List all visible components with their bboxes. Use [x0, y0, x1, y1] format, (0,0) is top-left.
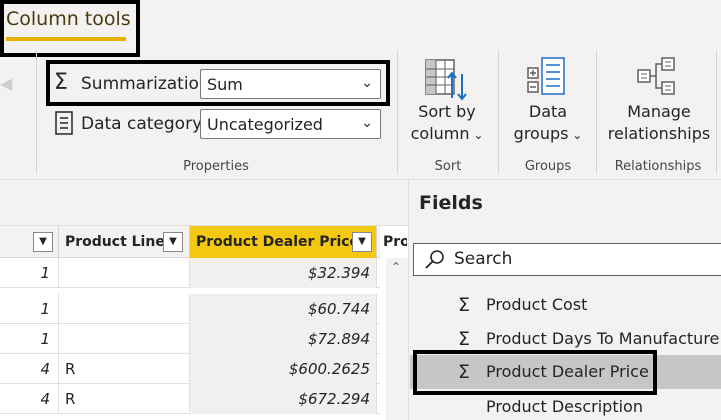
cell-dealer-price[interactable]: $32.394: [190, 258, 377, 288]
ribbon-separator: [716, 50, 717, 174]
manage-relationships-icon: [636, 56, 682, 104]
scroll-up-icon[interactable]: ⌃: [391, 260, 401, 274]
table-row: 1 $32.394: [0, 258, 380, 288]
data-groups-button[interactable]: Data groups ⌄: [508, 101, 588, 146]
cell-count[interactable]: 1: [0, 294, 59, 324]
chevron-down-icon: ⌄: [469, 128, 484, 142]
grid-header: ▼ Product Line ▼ Product Dealer Price ▼ …: [0, 226, 407, 258]
data-groups-label-1: Data: [528, 102, 568, 121]
filter-dropdown-icon[interactable]: ▼: [163, 232, 183, 252]
cell-dealer-price[interactable]: $600.2625: [190, 354, 377, 384]
sigma-icon: Σ: [458, 328, 471, 350]
table-row: 4 R $672.294: [0, 384, 380, 414]
column-header-product-line[interactable]: Product Line ▼: [59, 226, 190, 258]
ribbon-scroll-left-icon[interactable]: ◀: [0, 74, 12, 93]
field-item-label: Product Days To Manufacture: [486, 329, 720, 348]
cell-count[interactable]: 1: [0, 258, 59, 288]
group-label-groups: Groups: [524, 159, 572, 174]
table-row: 4 R $600.2625: [0, 354, 380, 384]
group-label-properties: Properties: [183, 159, 249, 174]
sort-by-column-icon: [422, 58, 470, 106]
ribbon-separator: [498, 50, 499, 174]
field-item-product-cost[interactable]: Σ Product Cost: [410, 288, 721, 322]
table-row: 1 $72.894: [0, 324, 380, 354]
cell-product-line[interactable]: [59, 294, 190, 324]
sort-by-column-button[interactable]: Sort by column ⌄: [405, 101, 489, 146]
sigma-icon: Σ: [458, 294, 471, 316]
summarization-highlight-box: [46, 60, 390, 106]
field-item-label: Product Description: [486, 397, 643, 416]
column-header-next[interactable]: Pro: [377, 226, 407, 258]
field-item-product-description[interactable]: Product Description: [410, 390, 721, 420]
chevron-down-icon: ⌄: [568, 128, 583, 142]
chevron-down-icon: ⌄: [361, 115, 373, 131]
cell-count[interactable]: 1: [0, 324, 59, 354]
grid-vertical-scrollbar[interactable]: ⌃: [386, 258, 408, 420]
data-category-dropdown[interactable]: Uncategorized ⌄: [200, 109, 381, 139]
cell-dealer-price[interactable]: $672.294: [190, 384, 377, 414]
data-category-value: Uncategorized: [207, 115, 323, 134]
group-label-relationships: Relationships: [614, 159, 702, 174]
column-header-next-label: Pro: [383, 234, 407, 250]
manage-relationships-button[interactable]: Manage relationships: [604, 101, 714, 145]
fields-search-input[interactable]: Search: [413, 243, 721, 276]
cell-count[interactable]: 4: [0, 384, 59, 414]
field-item-label: Product Cost: [486, 295, 588, 314]
column-header-product-dealer-price-label: Product Dealer Price: [196, 234, 360, 250]
sort-by-column-label-2: column ⌄: [410, 124, 484, 143]
cell-count[interactable]: 4: [0, 354, 59, 384]
cell-product-line[interactable]: [59, 324, 190, 354]
cell-dealer-price[interactable]: $60.744: [190, 294, 377, 324]
data-groups-icon: [524, 56, 570, 104]
manage-relationships-label-2: relationships: [607, 124, 711, 143]
search-icon: [424, 249, 446, 275]
filter-dropdown-icon[interactable]: ▼: [33, 232, 53, 252]
ribbon-separator: [36, 50, 37, 174]
field-highlight-box: [413, 350, 657, 395]
column-header-product-line-label: Product Line: [65, 234, 165, 250]
column-header-count[interactable]: ▼: [0, 226, 59, 258]
formula-bar[interactable]: [0, 180, 408, 226]
tab-column-tools-label: Column tools: [6, 8, 131, 30]
data-category-icon: [54, 111, 74, 139]
cell-product-line[interactable]: [59, 258, 190, 288]
search-placeholder: Search: [454, 249, 513, 269]
column-header-product-dealer-price[interactable]: Product Dealer Price ▼: [190, 226, 377, 258]
group-label-sort: Sort: [434, 159, 462, 174]
cell-product-line[interactable]: R: [59, 384, 190, 414]
tab-active-indicator: [6, 37, 126, 41]
ribbon-separator: [596, 50, 597, 174]
data-groups-label-2: groups ⌄: [513, 124, 583, 143]
sort-by-column-label-1: Sort by: [418, 102, 476, 121]
data-category-label: Data category: [81, 114, 203, 134]
cell-product-line[interactable]: R: [59, 354, 190, 384]
ribbon-separator: [397, 50, 398, 174]
cell-dealer-price[interactable]: $72.894: [190, 324, 377, 354]
manage-relationships-label-1: Manage: [627, 102, 691, 121]
table-row: 1 $60.744: [0, 294, 380, 324]
fields-pane-title: Fields: [419, 192, 483, 214]
filter-dropdown-icon[interactable]: ▼: [352, 232, 372, 252]
